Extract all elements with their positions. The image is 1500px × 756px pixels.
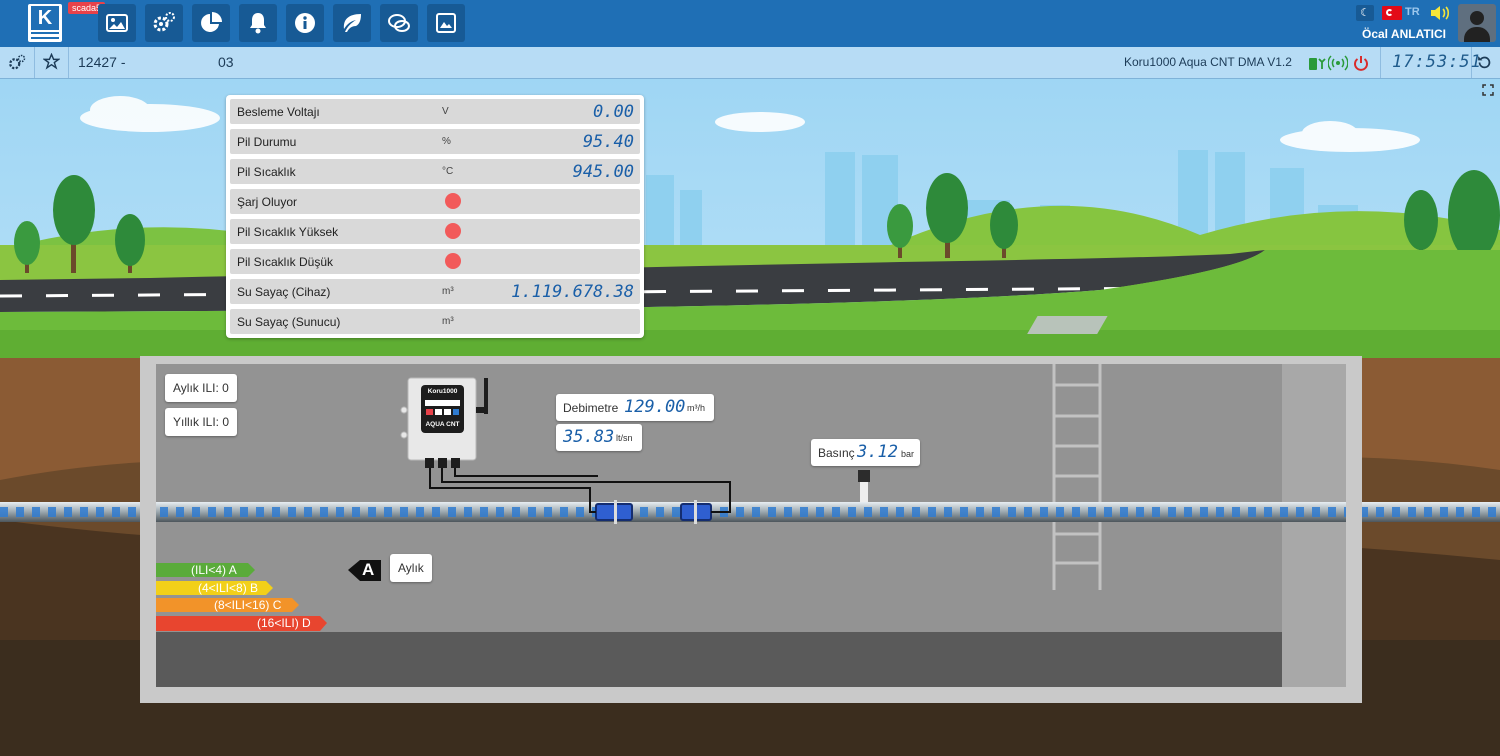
ili-label-d: (16<ILI) D [257,616,311,630]
ili-label-a: (ILI<4) A [191,563,237,577]
ili-label-b: (4<ILI<8) B [198,581,259,595]
grade-period-chip: Aylık [390,554,432,582]
ili-label-c: (8<ILI<16) C [214,598,282,612]
grade-letter: A [362,560,375,579]
ili-scale-graphics [156,560,381,631]
